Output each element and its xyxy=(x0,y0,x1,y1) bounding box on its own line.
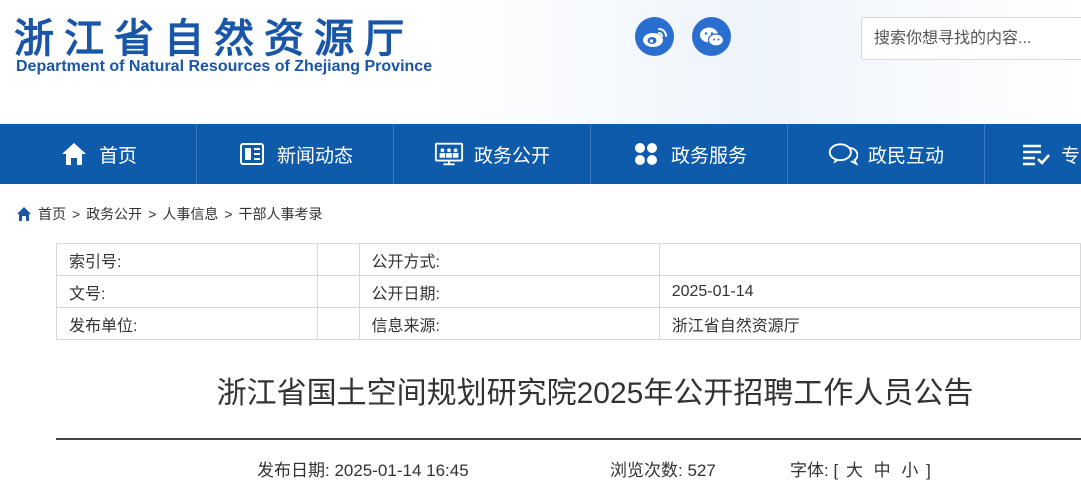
list-check-icon xyxy=(1021,139,1051,169)
view-count: 浏览次数: 527 xyxy=(610,461,716,480)
info-label: 信息来源: xyxy=(358,307,660,340)
chat-icon xyxy=(828,139,858,169)
info-value xyxy=(317,275,360,308)
site-header: 浙江省自然资源厅 Department of Natural Resources… xyxy=(0,0,1081,124)
info-value xyxy=(658,243,1081,276)
site-logo-subtitle: Department of Natural Resources of Zheji… xyxy=(16,58,433,75)
font-small-button[interactable]: 小 xyxy=(901,461,918,480)
publish-date: 发布日期: 2025-01-14 16:45 xyxy=(257,461,469,480)
nav-item-news[interactable]: 新闻动态 xyxy=(197,124,394,184)
weibo-button[interactable] xyxy=(635,17,674,56)
info-value xyxy=(317,243,360,276)
wechat-icon xyxy=(699,27,724,47)
breadcrumb-separator: > xyxy=(72,206,81,222)
table-row: 文号: 公开日期: 2025-01-14 xyxy=(55,275,1081,308)
title-divider xyxy=(56,438,1081,440)
news-icon xyxy=(237,139,267,169)
table-row: 发布单位: 信息来源: 浙江省自然资源厅 xyxy=(55,307,1081,340)
home-icon xyxy=(59,139,89,169)
services-icon xyxy=(631,139,661,169)
font-bracket-open: [ xyxy=(833,461,839,480)
font-size-selector: 字体: [ 大 中 小 ] xyxy=(790,456,931,481)
weibo-icon xyxy=(642,27,667,47)
nav-item-label: 新闻动态 xyxy=(276,145,353,167)
font-size-label: 字体: xyxy=(790,461,829,480)
info-label: 文号: xyxy=(55,275,319,308)
main-nav: 首页 新闻动态 政务公开 政务服务 政民互动 专 xyxy=(0,124,1081,184)
wechat-button[interactable] xyxy=(692,17,731,56)
nav-item-label: 首页 xyxy=(98,145,137,167)
info-label: 索引号: xyxy=(55,243,319,276)
site-logo-title[interactable]: 浙江省自然资源厅 xyxy=(14,6,414,64)
info-table: 索引号: 公开方式: 文号: 公开日期: 2025-01-14 发布单位: 信息… xyxy=(55,243,1081,340)
article-title: 浙江省国土空间规划研究院2025年公开招聘工作人员公告 xyxy=(216,377,974,410)
nav-item-label: 政务服务 xyxy=(670,145,747,167)
nav-item-label: 政民互动 xyxy=(867,145,944,167)
gov-open-icon xyxy=(434,139,464,169)
search-input[interactable] xyxy=(862,18,1081,59)
info-value xyxy=(317,307,360,340)
breadcrumb-home[interactable]: 首页 xyxy=(38,204,66,224)
breadcrumb: 首页 > 政务公开 > 人事信息 > 干部人事考录 xyxy=(16,205,323,223)
nav-item-special[interactable]: 专 xyxy=(985,124,1081,184)
info-label: 发布单位: xyxy=(55,307,319,340)
breadcrumb-separator: > xyxy=(224,206,233,222)
nav-item-gov-open[interactable]: 政务公开 xyxy=(394,124,591,184)
nav-item-home[interactable]: 首页 xyxy=(0,124,197,184)
info-value: 浙江省自然资源厅 xyxy=(658,307,1081,340)
breadcrumb-separator: > xyxy=(148,206,157,222)
nav-item-interaction[interactable]: 政民互动 xyxy=(788,124,985,184)
font-large-button[interactable]: 大 xyxy=(846,461,863,480)
nav-item-label: 政务公开 xyxy=(473,145,550,167)
info-label: 公开方式: xyxy=(358,243,660,276)
breadcrumb-recruitment[interactable]: 干部人事考录 xyxy=(239,204,323,224)
info-label: 公开日期: xyxy=(358,275,660,308)
font-bracket-close: ] xyxy=(926,461,931,480)
breadcrumb-personnel[interactable]: 人事信息 xyxy=(162,204,218,224)
font-medium-button[interactable]: 中 xyxy=(874,461,891,480)
breadcrumb-gov-open[interactable]: 政务公开 xyxy=(86,204,142,224)
info-value: 2025-01-14 xyxy=(658,275,1081,308)
nav-item-label: 专 xyxy=(1061,145,1081,167)
table-row: 索引号: 公开方式: xyxy=(55,243,1081,276)
home-icon xyxy=(17,207,31,221)
nav-item-services[interactable]: 政务服务 xyxy=(591,124,788,184)
search-box xyxy=(861,17,1081,60)
